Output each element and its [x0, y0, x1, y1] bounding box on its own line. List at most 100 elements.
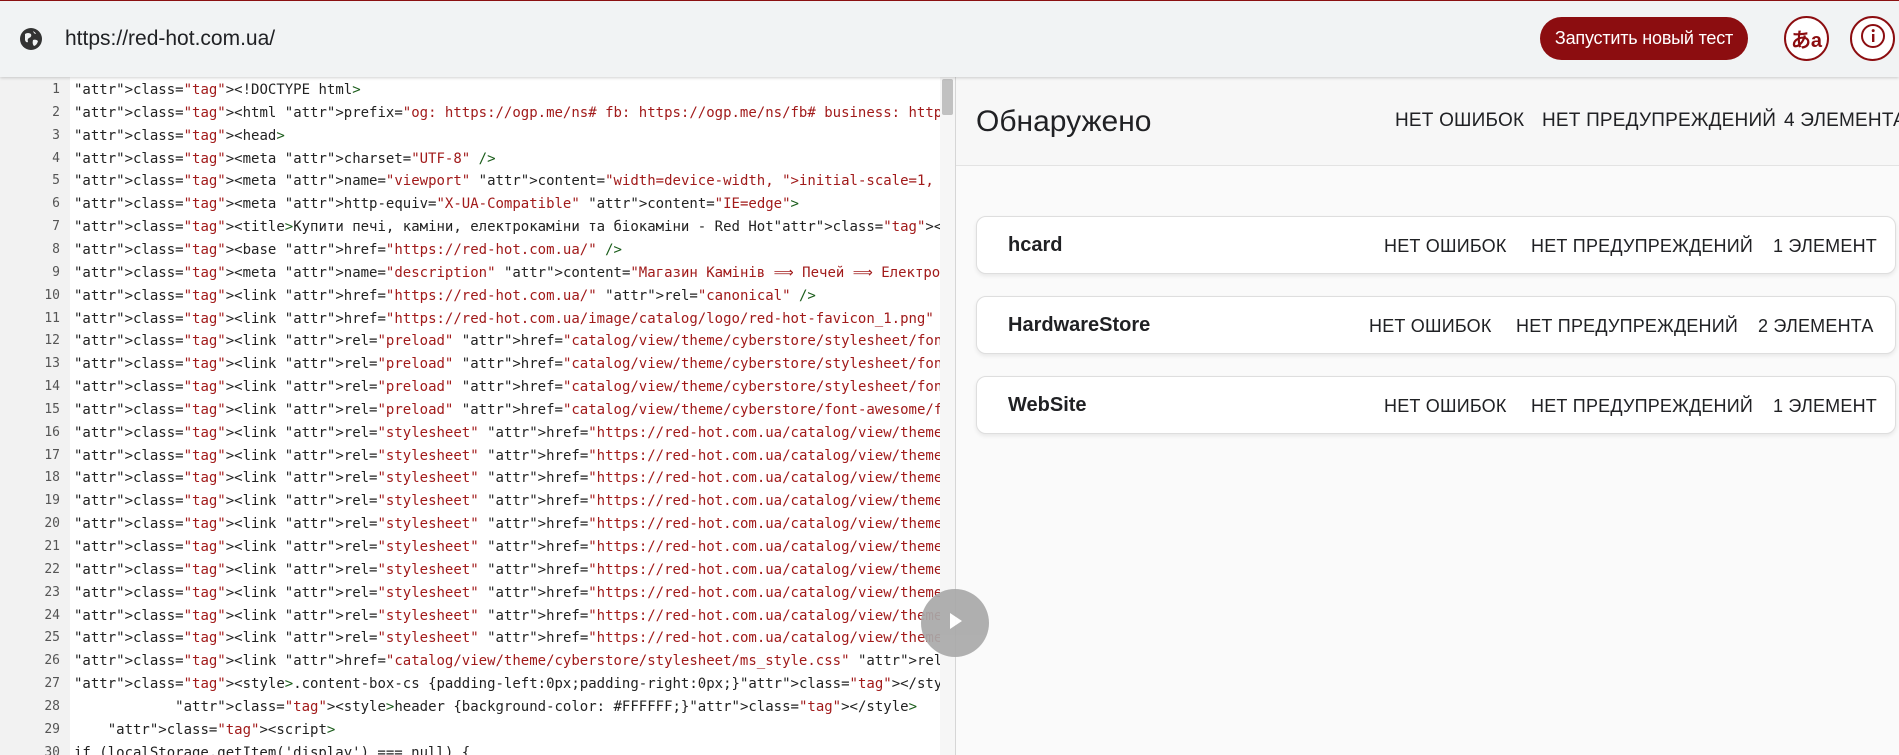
card-warnings: НЕТ ПРЕДУПРЕЖДЕНИЙ	[1531, 236, 1754, 256]
line-number: 24	[44, 607, 60, 623]
globe-icon	[18, 26, 44, 52]
line-number: 14	[44, 379, 60, 395]
card-errors: НЕТ ОШИБОК	[1369, 316, 1492, 336]
code-line: 2 "attr">class="tag"><html "attr">prefix=…	[0, 102, 955, 125]
code-line: 4 "attr">class="tag"><meta "attr">charset…	[0, 148, 955, 171]
code-line: 26 "attr">class="tag"><link "attr">href="…	[0, 650, 955, 673]
card-warnings: НЕТ ПРЕДУПРЕЖДЕНИЙ	[1516, 316, 1739, 336]
line-number: 21	[44, 539, 60, 554]
card-errors: НЕТ ОШИБОК	[1384, 396, 1507, 416]
code-line: 23 "attr">class="tag"><link "attr">rel="s…	[0, 582, 955, 605]
code-text: "attr">class="tag"><link "attr">rel="sty…	[74, 584, 955, 601]
card-items: 2 ЭЛЕМЕНТА	[1758, 316, 1874, 336]
info-button[interactable]	[1850, 16, 1895, 61]
line-number: 5	[52, 173, 60, 189]
language-button[interactable]: あa	[1784, 16, 1829, 61]
line-number: 16	[44, 424, 60, 440]
line-number: 11	[44, 310, 60, 326]
code-text: "attr">class="tag"><meta "attr">name="vi…	[74, 173, 955, 190]
code-text: if (localStorage.getItem('display') === …	[74, 744, 471, 755]
code-line: 7 "attr">class="tag"><title>Купити печі, …	[0, 216, 955, 239]
results-items: 4 ЭЛЕМЕНТА	[1784, 110, 1899, 131]
code-line: 17 "attr">class="tag"><link "attr">rel="s…	[0, 445, 955, 468]
card-errors: НЕТ ОШИБОК	[1384, 236, 1507, 256]
result-card-website[interactable]: WebSite НЕТ ОШИБОК НЕТ ПРЕДУПРЕЖДЕНИЙ 1 …	[976, 376, 1896, 434]
line-number: 28	[44, 698, 60, 714]
code-line: 8 "attr">class="tag"><base "attr">href="h…	[0, 239, 955, 262]
code-scrollbar-thumb[interactable]	[942, 79, 953, 115]
card-type-name: WebSite	[1008, 394, 1087, 416]
result-card-hardwarestore[interactable]: HardwareStore НЕТ ОШИБОК НЕТ ПРЕДУПРЕЖДЕ…	[976, 296, 1896, 354]
code-text: "attr">class="tag"><base "attr">href="ht…	[74, 241, 622, 258]
code-line: 29 "attr">class="tag"><script>	[0, 719, 955, 742]
line-number: 10	[44, 287, 60, 303]
code-line: 18 "attr">class="tag"><link "attr">rel="s…	[0, 467, 955, 490]
card-warnings: НЕТ ПРЕДУПРЕЖДЕНИЙ	[1531, 396, 1754, 416]
code-line: 28 "attr">class="tag"><style>header {bac…	[0, 696, 955, 719]
code-text: "attr">class="tag"><meta "attr">name="de…	[74, 264, 955, 281]
line-number: 22	[44, 561, 60, 577]
result-card-hcard[interactable]: hcard НЕТ ОШИБОК НЕТ ПРЕДУПРЕЖДЕНИЙ 1 ЭЛ…	[976, 216, 1896, 274]
line-number: 26	[44, 653, 60, 669]
line-number: 9	[52, 264, 60, 280]
code-text: "attr">class="tag"><link "attr">rel="sty…	[74, 607, 955, 624]
line-number: 7	[52, 219, 60, 235]
translate-icon: あa	[1790, 30, 1823, 52]
code-line: 9 "attr">class="tag"><meta "attr">name="d…	[0, 262, 955, 285]
code-text: "attr">class="tag"><link "attr">rel="pre…	[74, 401, 955, 418]
run-new-test-button[interactable]: Запустить новый тест	[1540, 17, 1748, 60]
code-line: 12 "attr">class="tag"><link "attr">rel="p…	[0, 330, 955, 353]
top-bar: https://red-hot.com.ua/ Запустить новый …	[0, 0, 1899, 77]
code-line: 21 "attr">class="tag"><link "attr">rel="s…	[0, 536, 955, 559]
code-line: 22 "attr">class="tag"><link "attr">rel="s…	[0, 559, 955, 582]
code-text: "attr">class="tag"><html "attr">prefix="…	[74, 104, 955, 121]
card-type-name: hcard	[1008, 234, 1063, 256]
code-text: "attr">class="tag"><link "attr">rel="pre…	[74, 356, 955, 373]
code-line: 10 "attr">class="tag"><link "attr">href="…	[0, 285, 955, 308]
line-number: 2	[52, 104, 60, 120]
line-number: 30	[44, 744, 60, 755]
source-code-panel[interactable]: 1 "attr">class="tag"><!DOCTYPE html> 2 "att…	[0, 77, 955, 755]
play-icon	[944, 610, 966, 637]
code-line: 16 "attr">class="tag"><link "attr">rel="s…	[0, 422, 955, 445]
code-line: 13 "attr">class="tag"><link "attr">rel="p…	[0, 353, 955, 376]
code-text: "attr">class="tag"><link "attr">href="ca…	[74, 653, 955, 670]
code-line: 11 "attr">class="tag"><link "attr">href="…	[0, 308, 955, 331]
line-number: 20	[44, 516, 60, 532]
code-line: 3 "attr">class="tag"><head>	[0, 125, 955, 148]
code-line: 19 "attr">class="tag"><link "attr">rel="s…	[0, 490, 955, 513]
line-number: 19	[44, 493, 60, 509]
line-number: 17	[44, 447, 60, 463]
code-text: "attr">class="tag"><link "attr">rel="sty…	[74, 424, 955, 441]
code-line: 15 "attr">class="tag"><link "attr">rel="p…	[0, 399, 955, 422]
code-text: "attr">class="tag"><link "attr">href="ht…	[74, 310, 955, 327]
url-field[interactable]: https://red-hot.com.ua/	[65, 27, 275, 51]
line-number: 8	[52, 241, 60, 257]
line-number: 15	[44, 401, 60, 417]
line-number: 3	[52, 127, 60, 143]
card-items: 1 ЭЛЕМЕНТ	[1773, 236, 1877, 256]
code-line: 20 "attr">class="tag"><link "attr">rel="s…	[0, 513, 955, 536]
results-warnings: НЕТ ПРЕДУПРЕЖДЕНИЙ	[1542, 110, 1777, 131]
code-line: 14 "attr">class="tag"><link "attr">rel="p…	[0, 376, 955, 399]
code-text: "attr">class="tag"><link "attr">rel="sty…	[74, 516, 955, 533]
code-text: "attr">class="tag"><head>	[74, 127, 285, 144]
results-panel: Обнаружено НЕТ ОШИБОК НЕТ ПРЕДУПРЕЖДЕНИЙ…	[956, 77, 1899, 755]
code-line: 1 "attr">class="tag"><!DOCTYPE html>	[0, 79, 955, 102]
line-number: 1	[52, 82, 60, 97]
play-button[interactable]	[921, 589, 989, 657]
line-number: 27	[44, 676, 60, 692]
line-number: 18	[44, 470, 60, 486]
code-line: 25 "attr">class="tag"><link "attr">rel="s…	[0, 627, 955, 650]
code-text: "attr">class="tag"><title>Купити печі, к…	[74, 219, 955, 236]
card-type-name: HardwareStore	[1008, 314, 1151, 336]
code-line: 30 if (localStorage.getItem('display') ==…	[0, 742, 955, 755]
line-number: 23	[44, 584, 60, 600]
code-text: "attr">class="tag"><link "attr">rel="sty…	[74, 470, 955, 487]
results-header: Обнаружено НЕТ ОШИБОК НЕТ ПРЕДУПРЕЖДЕНИЙ…	[956, 77, 1899, 166]
info-icon	[1860, 23, 1886, 54]
code-text: "attr">class="tag"><link "attr">rel="sty…	[74, 630, 955, 647]
code-text: "attr">class="tag"><!DOCTYPE html>	[74, 82, 361, 98]
line-number: 13	[44, 356, 60, 372]
line-number: 6	[52, 196, 60, 212]
